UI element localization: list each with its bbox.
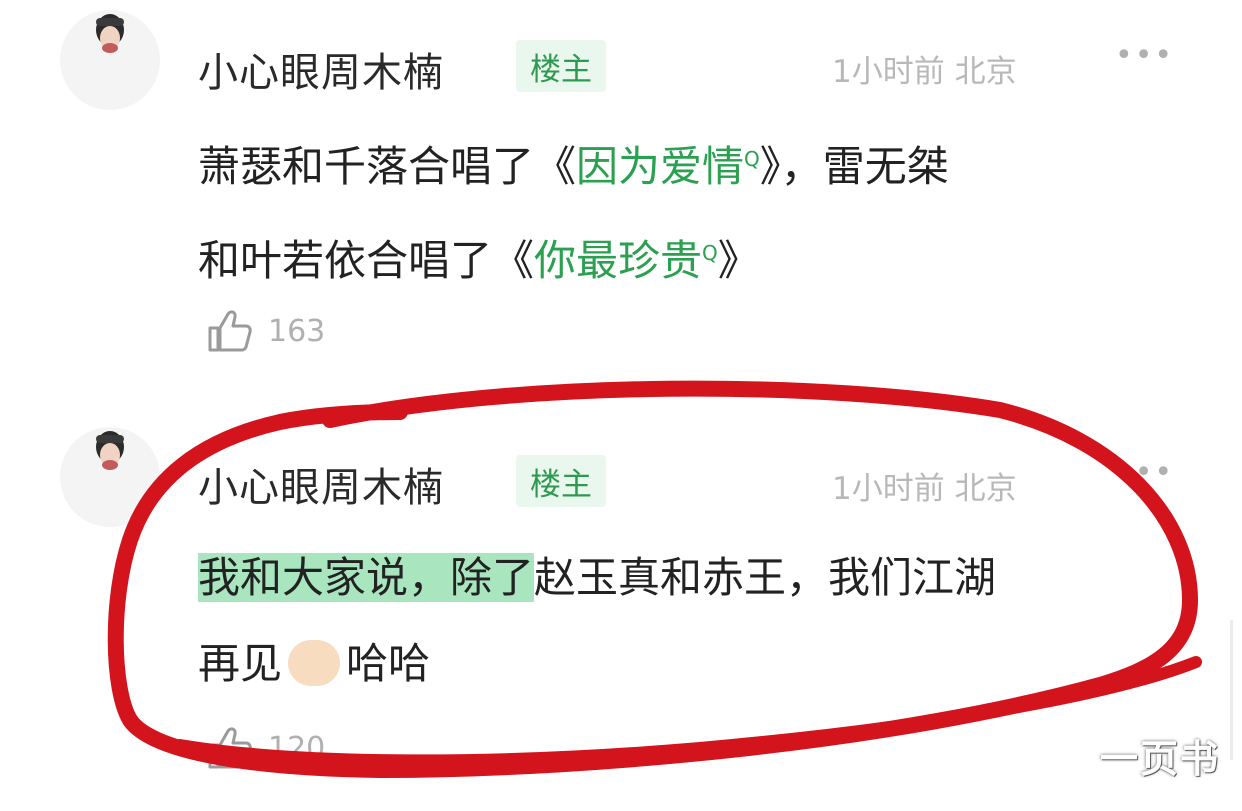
comment-text: 我和大家说，除了赵玉真和赤王，我们江湖 再见 哈哈 — [198, 535, 1178, 707]
search-icon: Q — [744, 147, 760, 171]
search-icon: Q — [702, 241, 718, 265]
author-badge: 楼主 — [516, 40, 606, 92]
more-icon[interactable]: ••• — [1115, 38, 1174, 73]
song-link[interactable]: 因为爱情Q — [576, 142, 760, 191]
avatar[interactable] — [60, 427, 160, 527]
like-button[interactable]: 163 — [206, 308, 325, 354]
text-span: 萧瑟和千落合唱了《 — [198, 142, 577, 191]
text-span: 和叶若依合唱了《 — [198, 236, 535, 285]
like-button[interactable]: 120 — [206, 725, 325, 771]
song-title: 因为爱情 — [576, 142, 745, 191]
comment-line: 萧瑟和千落合唱了《因为爱情Q》，雷无桀 — [198, 116, 1178, 210]
comment-meta: 1小时前 北京 — [832, 54, 1017, 90]
username[interactable]: 小心眼周木楠 — [198, 40, 444, 98]
comment-1: 小心眼周木楠 楼主 1小时前 北京 ••• 萧瑟和千落合唱了《因为爱情Q》，雷无… — [0, 0, 1242, 390]
song-title: 你最珍贵 — [534, 236, 703, 285]
comment-meta: 1小时前 北京 — [832, 471, 1017, 507]
text-span: 》 — [717, 236, 760, 285]
song-link[interactable]: 你最珍贵Q — [534, 236, 718, 285]
thumbs-up-icon — [208, 727, 252, 769]
highlighted-text: 我和大家说，除了 — [198, 553, 535, 602]
avatar-icon — [96, 431, 124, 470]
thumbs-up-icon — [208, 310, 252, 352]
author-badge: 楼主 — [516, 455, 606, 507]
comment-line: 和叶若依合唱了《你最珍贵Q》 — [198, 210, 1178, 304]
clap-emoji-icon — [288, 639, 341, 686]
like-count: 120 — [268, 730, 326, 766]
text-span: 哈哈 — [346, 639, 431, 688]
text-span: 》，雷无桀 — [759, 142, 949, 191]
text-span: 赵玉真和赤王，我们江湖 — [534, 553, 997, 602]
avatar-icon — [96, 14, 124, 53]
comment-2: 小心眼周木楠 楼主 1小时前 北京 ••• 我和大家说，除了赵玉真和赤王，我们江… — [0, 415, 1242, 811]
watermark: 一页书 — [1099, 737, 1220, 781]
scroll-edge — [1230, 620, 1233, 760]
more-icon[interactable]: ••• — [1115, 455, 1174, 490]
comment-line: 再见 哈哈 — [198, 621, 1178, 707]
username[interactable]: 小心眼周木楠 — [198, 455, 444, 513]
comment-text: 萧瑟和千落合唱了《因为爱情Q》，雷无桀 和叶若依合唱了《你最珍贵Q》 — [198, 116, 1178, 304]
like-count: 163 — [268, 313, 326, 349]
comment-line: 我和大家说，除了赵玉真和赤王，我们江湖 — [198, 535, 1178, 621]
text-span: 再见 — [198, 639, 283, 688]
avatar[interactable] — [60, 10, 160, 110]
